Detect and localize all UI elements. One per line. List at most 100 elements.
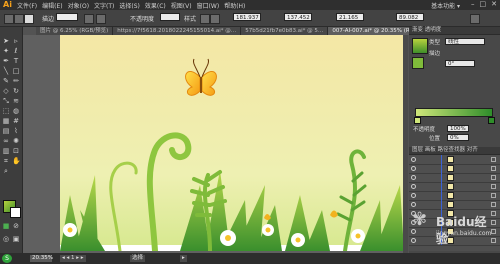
perspective-grid-tool-icon[interactable]: ▦ bbox=[2, 117, 10, 125]
zoom-tool-icon[interactable]: ⌕ bbox=[2, 167, 10, 175]
menu-edit[interactable]: 编辑(E) bbox=[42, 1, 62, 10]
tools-panel: ➤ ▹ ✦ ℓ ✒ T ╲ □ ✎ ✏ ◇ ↻ ⤡ ≋ ⬚ ◍ ▦ # ▤ ⌇ … bbox=[0, 27, 23, 253]
rotate-tool-icon[interactable]: ↻ bbox=[12, 87, 20, 95]
artboard-tool-icon[interactable]: ⊡ bbox=[12, 147, 20, 155]
gradient-stop-left[interactable] bbox=[414, 117, 421, 124]
symbol-sprayer-tool-icon[interactable]: ✺ bbox=[12, 137, 20, 145]
panel-menu-icon[interactable] bbox=[470, 14, 480, 24]
brush-icon[interactable] bbox=[84, 14, 94, 24]
control-bar: 描边 不透明度 样式 181.937 137.452 21.165 89.082 bbox=[0, 10, 500, 27]
hand-tool-icon[interactable]: ✋ bbox=[12, 157, 21, 165]
type-tool-icon[interactable]: T bbox=[12, 57, 20, 65]
menu-help[interactable]: 帮助(H) bbox=[224, 1, 245, 10]
input-method-icon[interactable]: S bbox=[2, 254, 12, 263]
layer-target-icon[interactable] bbox=[491, 184, 496, 189]
fill-swatch-icon[interactable] bbox=[14, 14, 24, 24]
opacity-field[interactable] bbox=[160, 13, 180, 21]
gradient-angle-field[interactable]: 0° bbox=[445, 60, 475, 67]
free-transform-tool-icon[interactable]: ⬚ bbox=[2, 107, 10, 115]
lasso-tool-icon[interactable]: ℓ bbox=[12, 47, 20, 55]
pen-tool-icon[interactable]: ✒ bbox=[2, 57, 10, 65]
gradient-tool-icon[interactable]: ▤ bbox=[2, 127, 10, 135]
menu-file[interactable]: 文件(F) bbox=[17, 1, 37, 10]
maximize-button[interactable]: □ bbox=[480, 0, 487, 8]
menu-view[interactable]: 视图(V) bbox=[171, 1, 192, 10]
visibility-eye-icon[interactable] bbox=[411, 184, 416, 189]
draw-mode-icon[interactable]: ◎ bbox=[2, 235, 10, 243]
app-logo: Ai bbox=[3, 0, 12, 9]
graph-tool-icon[interactable]: ▥ bbox=[2, 147, 10, 155]
visibility-eye-icon[interactable] bbox=[411, 193, 416, 198]
gradient-type-select[interactable]: 线性 bbox=[445, 38, 485, 45]
canvas-area[interactable] bbox=[23, 35, 408, 253]
line-tool-icon[interactable]: ╲ bbox=[2, 67, 10, 75]
color-mode-icon[interactable]: ■ bbox=[2, 222, 10, 230]
layer-target-icon[interactable] bbox=[491, 166, 496, 171]
eyedropper-tool-icon[interactable]: ⌇ bbox=[12, 127, 20, 135]
none-swatch-icon[interactable]: ⊘ bbox=[12, 222, 20, 230]
gradient-slider-bar[interactable] bbox=[415, 108, 493, 117]
visibility-eye-icon[interactable] bbox=[411, 157, 416, 162]
align-icon[interactable] bbox=[200, 14, 210, 24]
screen-mode-icon[interactable]: ▣ bbox=[12, 235, 20, 243]
magic-wand-tool-icon[interactable]: ✦ bbox=[2, 47, 10, 55]
gradient-position-field[interactable]: 0% bbox=[447, 134, 469, 141]
artboard-navigator[interactable]: ◂ ◂ 1 ▸ ▸ bbox=[60, 255, 86, 262]
mesh-tool-icon[interactable]: # bbox=[12, 117, 20, 125]
menu-window[interactable]: 窗口(W) bbox=[197, 1, 220, 10]
y-field[interactable]: 137.452 bbox=[284, 13, 312, 21]
eraser-tool-icon[interactable]: ◇ bbox=[2, 87, 10, 95]
stroke-weight-field[interactable] bbox=[56, 13, 78, 21]
tab-doc-3[interactable]: 57b5d21fb7e0b83.ai* @ 5… bbox=[241, 27, 329, 35]
stroke-color-swatch[interactable] bbox=[10, 207, 21, 218]
layer-target-icon[interactable] bbox=[491, 175, 496, 180]
warp-tool-icon[interactable]: ≋ bbox=[12, 97, 20, 105]
menu-select[interactable]: 选择(S) bbox=[119, 1, 140, 10]
gradient-preview-swatch[interactable] bbox=[412, 38, 428, 54]
visibility-eye-icon[interactable] bbox=[411, 175, 416, 180]
close-button[interactable]: ✕ bbox=[491, 0, 497, 8]
direct-selection-tool-icon[interactable]: ▹ bbox=[12, 37, 20, 45]
layer-target-icon[interactable] bbox=[491, 202, 496, 207]
menu-list: 文件(F) 编辑(E) 对象(O) 文字(T) 选择(S) 效果(C) 视图(V… bbox=[17, 1, 245, 10]
gradient-stop-right[interactable] bbox=[488, 117, 495, 124]
transform-icon[interactable] bbox=[210, 14, 220, 24]
layer-color-bar bbox=[441, 182, 442, 191]
style-swatch-icon[interactable] bbox=[96, 14, 106, 24]
stroke-swatch-icon[interactable] bbox=[24, 14, 34, 24]
layer-target-icon[interactable] bbox=[491, 157, 496, 162]
menu-object[interactable]: 对象(O) bbox=[68, 1, 89, 10]
selection-mode-icon[interactable] bbox=[4, 14, 14, 24]
tab-doc-2[interactable]: https://7f5618.2018022245155014.ai* @… bbox=[113, 27, 242, 35]
gradient-opacity-label: 不透明度 bbox=[413, 127, 436, 133]
gradient-panel-header[interactable]: 渐变 透明度 bbox=[409, 27, 500, 35]
selection-tool-icon[interactable]: ➤ bbox=[2, 37, 10, 45]
layer-target-icon[interactable] bbox=[491, 193, 496, 198]
pencil-tool-icon[interactable]: ✏ bbox=[12, 77, 20, 85]
visibility-eye-icon[interactable] bbox=[411, 166, 416, 171]
w-field[interactable]: 21.165 bbox=[336, 13, 364, 21]
menu-type[interactable]: 文字(T) bbox=[94, 1, 114, 10]
blend-tool-icon[interactable]: ∞ bbox=[2, 137, 10, 145]
h-field[interactable]: 89.082 bbox=[396, 13, 424, 21]
menu-effect[interactable]: 效果(C) bbox=[145, 1, 166, 10]
gradient-swatch-2[interactable] bbox=[412, 57, 424, 69]
layers-panel-header[interactable]: 图层 画板 路径查找器 对齐 bbox=[409, 147, 500, 155]
workspace-switcher[interactable]: 基本功能 ▾ bbox=[431, 1, 460, 10]
slice-tool-icon[interactable]: ⌗ bbox=[2, 157, 10, 165]
gradient-opacity-field[interactable]: 100% bbox=[447, 125, 469, 132]
scale-tool-icon[interactable]: ⤡ bbox=[2, 97, 10, 105]
visibility-eye-icon[interactable] bbox=[411, 202, 416, 207]
daisy-3 bbox=[262, 224, 274, 236]
paw-logo-icon: ✾ bbox=[412, 209, 428, 230]
zoom-level-field[interactable]: 20.35% bbox=[30, 255, 53, 262]
status-tool-display[interactable]: 选择 bbox=[130, 255, 146, 262]
tab-doc-1[interactable]: 图片 @ 6.25% (RGB/预览) bbox=[36, 27, 114, 35]
shape-builder-tool-icon[interactable]: ◍ bbox=[12, 107, 20, 115]
minimize-button[interactable]: – bbox=[471, 0, 475, 8]
paintbrush-tool-icon[interactable]: ✎ bbox=[2, 77, 10, 85]
artboard[interactable] bbox=[60, 35, 404, 251]
status-menu-arrow[interactable]: ▸ bbox=[180, 255, 187, 262]
rectangle-tool-icon[interactable]: □ bbox=[12, 67, 20, 75]
x-field[interactable]: 181.937 bbox=[233, 13, 261, 21]
